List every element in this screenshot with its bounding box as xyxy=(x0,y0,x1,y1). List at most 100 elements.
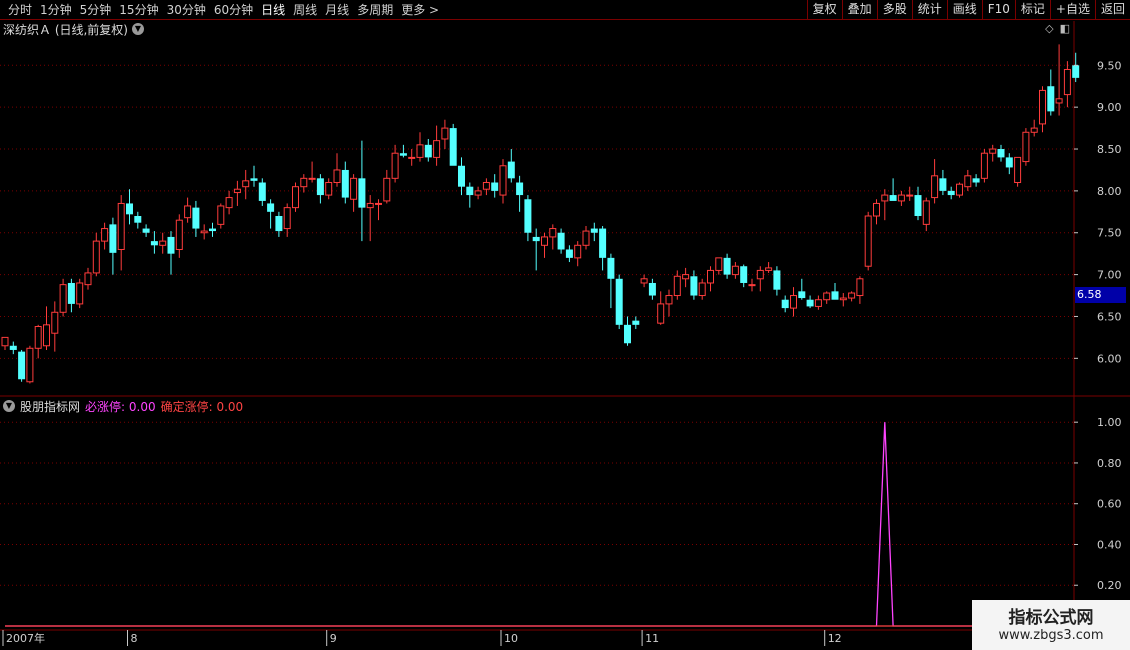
candle-102[interactable] xyxy=(848,291,856,302)
candle-3[interactable] xyxy=(26,345,34,384)
candle-54[interactable] xyxy=(449,123,457,166)
candle-116[interactable] xyxy=(964,169,972,191)
candle-110[interactable] xyxy=(914,186,922,221)
candle-30[interactable] xyxy=(250,165,258,187)
candle-114[interactable] xyxy=(947,186,955,200)
diamond-icon[interactable]: ◇ xyxy=(1045,22,1053,35)
period-tab-7[interactable]: 周线 xyxy=(289,0,321,20)
candle-78[interactable] xyxy=(648,278,656,300)
candle-85[interactable] xyxy=(707,266,714,292)
candle-118[interactable] xyxy=(980,149,988,183)
window-toggle-icon[interactable]: ◧ xyxy=(1060,22,1070,35)
candle-68[interactable] xyxy=(565,245,573,263)
candle-94[interactable] xyxy=(781,295,789,313)
chevron-down-icon[interactable]: ▼ xyxy=(3,400,15,412)
candle-17[interactable] xyxy=(142,224,150,237)
candle-126[interactable] xyxy=(1047,69,1055,116)
candle-75[interactable] xyxy=(624,316,631,346)
candle-42[interactable] xyxy=(350,174,358,212)
candle-104[interactable] xyxy=(864,211,872,271)
candle-86[interactable] xyxy=(715,257,723,275)
candle-74[interactable] xyxy=(615,274,623,330)
tool-button-0[interactable]: 复权 xyxy=(806,0,842,20)
candle-106[interactable] xyxy=(881,189,889,221)
candle-62[interactable] xyxy=(516,175,524,212)
indicator-series[interactable] xyxy=(5,422,1076,627)
period-tab-6[interactable]: 日线 xyxy=(257,0,289,20)
candle-39[interactable] xyxy=(325,178,333,200)
candle-111[interactable] xyxy=(922,197,930,232)
candle-44[interactable] xyxy=(366,195,374,242)
candle-29[interactable] xyxy=(242,169,250,200)
candle-127[interactable] xyxy=(1055,44,1063,116)
candle-93[interactable] xyxy=(773,266,781,296)
candle-95[interactable] xyxy=(790,287,797,317)
candle-38[interactable] xyxy=(316,174,324,204)
candle-71[interactable] xyxy=(590,222,598,242)
candle-55[interactable] xyxy=(458,157,465,196)
candle-19[interactable] xyxy=(159,232,167,254)
candle-109[interactable] xyxy=(906,186,914,201)
candle-14[interactable] xyxy=(117,195,125,271)
candle-67[interactable] xyxy=(557,228,565,254)
candle-16[interactable] xyxy=(134,211,142,229)
candle-32[interactable] xyxy=(267,199,275,229)
candle-82[interactable] xyxy=(682,267,690,288)
candle-43[interactable] xyxy=(358,140,366,242)
candle-25[interactable] xyxy=(209,222,216,237)
chevron-down-icon[interactable]: ▼ xyxy=(132,23,144,35)
candle-1[interactable] xyxy=(9,341,17,355)
candle-61[interactable] xyxy=(507,149,515,183)
candle-69[interactable] xyxy=(574,241,582,267)
candle-91[interactable] xyxy=(756,266,764,292)
candle-22[interactable] xyxy=(184,197,192,223)
candle-107[interactable] xyxy=(889,178,897,201)
period-tab-3[interactable]: 15分钟 xyxy=(115,0,162,20)
period-tab-9[interactable]: 多周期 xyxy=(353,0,397,20)
candle-49[interactable] xyxy=(408,149,416,166)
candle-79[interactable] xyxy=(657,291,665,325)
candle-100[interactable] xyxy=(831,282,839,300)
candle-2[interactable] xyxy=(18,349,26,382)
candle-77[interactable] xyxy=(640,274,648,288)
period-tab-0[interactable]: 分时 xyxy=(4,0,36,20)
candle-50[interactable] xyxy=(416,132,424,162)
candle-124[interactable] xyxy=(1030,119,1038,137)
tool-button-4[interactable]: 画线 xyxy=(946,0,982,20)
candle-64[interactable] xyxy=(532,228,540,271)
candlestick-series[interactable] xyxy=(1,44,1080,384)
candle-59[interactable] xyxy=(491,174,499,198)
candle-66[interactable] xyxy=(549,224,557,250)
candle-24[interactable] xyxy=(200,224,208,240)
candle-10[interactable] xyxy=(84,267,92,290)
candle-6[interactable] xyxy=(51,301,59,352)
candle-73[interactable] xyxy=(607,253,615,309)
candle-28[interactable] xyxy=(233,180,241,206)
period-tab-4[interactable]: 30分钟 xyxy=(163,0,210,20)
candle-48[interactable] xyxy=(399,144,407,158)
candle-53[interactable] xyxy=(441,119,449,150)
candle-57[interactable] xyxy=(474,186,482,200)
period-tab-1[interactable]: 1分钟 xyxy=(36,0,76,20)
tool-button-7[interactable]: +自选 xyxy=(1049,0,1095,20)
candle-88[interactable] xyxy=(731,262,739,279)
candle-72[interactable] xyxy=(599,226,607,271)
candle-47[interactable] xyxy=(391,144,399,183)
candle-89[interactable] xyxy=(740,264,748,288)
tool-button-5[interactable]: F10 xyxy=(981,0,1015,20)
candle-58[interactable] xyxy=(482,178,490,196)
chart-canvas[interactable]: 9.50 9.00 8.50 8.00 7.50 7.00 6.50 6.00 1.00 0.8… xyxy=(0,0,1130,650)
candle-103[interactable] xyxy=(856,276,864,304)
candle-120[interactable] xyxy=(997,144,1005,162)
candle-46[interactable] xyxy=(383,169,391,204)
candle-51[interactable] xyxy=(424,138,432,162)
candle-41[interactable] xyxy=(341,161,349,204)
candle-117[interactable] xyxy=(972,174,980,187)
candle-7[interactable] xyxy=(59,278,67,317)
candle-98[interactable] xyxy=(814,295,822,310)
candle-52[interactable] xyxy=(433,125,441,166)
candle-92[interactable] xyxy=(765,262,773,273)
candle-129[interactable] xyxy=(1072,52,1080,83)
candle-18[interactable] xyxy=(150,231,158,254)
tool-button-1[interactable]: 叠加 xyxy=(841,0,877,20)
